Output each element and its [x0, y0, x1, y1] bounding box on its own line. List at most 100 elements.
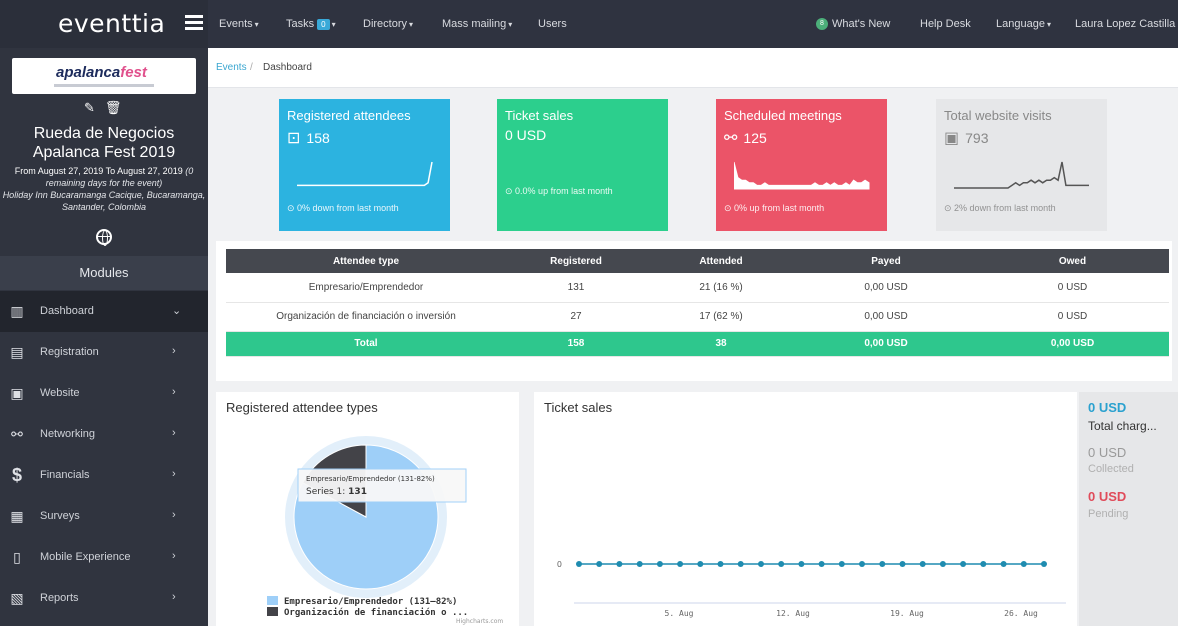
sidebar-item-financials[interactable]: $ Financials › [0, 455, 208, 496]
sidebar-item-label: Reports [40, 592, 79, 604]
hamburger-menu-icon[interactable] [185, 15, 203, 31]
stat-footer: ⊙ 0.0% up from last month [505, 186, 613, 197]
nav-whats-new-label: What's New [832, 18, 891, 30]
data-point[interactable] [899, 561, 906, 567]
data-point[interactable] [1000, 561, 1007, 567]
sidebar: apalancafest ✎ 🗑︎ Rueda de Negocios Apala… [0, 48, 208, 626]
sidebar-item-website[interactable]: ▣ Website › [0, 373, 208, 414]
sidebar-item-reports[interactable]: ▧ Reports › [0, 578, 208, 619]
nav-events[interactable]: Events ▾ [219, 18, 259, 30]
x-tick-label: 26. Aug [1004, 609, 1038, 618]
stat-footer: ⊙ 0% up from last month [724, 203, 824, 214]
sidebar-item-label: Dashboard [40, 305, 94, 317]
sidebar-item-label: Networking [40, 428, 96, 440]
event-dates: From August 27, 2019 To August 27, 2019 [14, 166, 183, 176]
edit-pencil-icon[interactable]: ✎ [84, 100, 95, 115]
data-point[interactable] [778, 561, 785, 567]
data-point[interactable] [717, 561, 724, 567]
data-point[interactable] [818, 561, 825, 567]
nav-directory[interactable]: Directory ▾ [363, 18, 413, 30]
globe-icon[interactable] [96, 229, 112, 246]
stat-card-ticket-sales[interactable]: Ticket sales 0 USD ⊙ 0.0% up from last m… [497, 99, 668, 231]
data-point[interactable] [697, 561, 704, 567]
event-logo-part-a: apalanca [56, 64, 121, 81]
nav-language[interactable]: Language ▾ [996, 18, 1051, 30]
attendees-sparkline [297, 161, 433, 187]
event-logo-tagline [54, 84, 154, 87]
nav-user-menu[interactable]: Laura Lopez Castilla [1075, 18, 1175, 30]
stat-footer-text: 0% down from last month [297, 203, 399, 213]
nav-mass-mailing[interactable]: Mass mailing ▾ [442, 18, 512, 30]
pie-chart: Empresario/Emprendedor (131-82%) Series … [267, 436, 503, 625]
highcharts-credit[interactable]: Highcharts.com [456, 618, 503, 625]
nav-tasks[interactable]: Tasks 0 ▾ [286, 18, 336, 30]
nav-language-label: Language [996, 18, 1045, 30]
chevron-right-icon: › [172, 468, 176, 480]
data-point[interactable] [960, 561, 967, 567]
stat-card-website-visits[interactable]: Total website visits ▣ 793 ⊙ 2% down from… [936, 99, 1107, 231]
collected-value: 0 USD [1088, 445, 1127, 460]
table-cell: 21 (16 %) [646, 273, 796, 303]
sidebar-item-label: Website [40, 387, 80, 399]
nav-users[interactable]: Users [538, 18, 567, 30]
data-point[interactable] [656, 561, 663, 567]
pie-tooltip: Empresario/Emprendedor (131-82%) Series … [297, 468, 467, 503]
stat-value: ⚯ 125 [724, 128, 767, 148]
sidebar-item-surveys[interactable]: ▦ Surveys › [0, 496, 208, 537]
stat-footer-text: 0.0% up from last month [515, 186, 613, 196]
event-location: Holiday Inn Bucaramanga Cacique, Bucaram… [2, 190, 206, 212]
data-point[interactable] [879, 561, 886, 567]
breadcrumb: Events / Dashboard [208, 48, 1178, 88]
sidebar-item-dashboard[interactable]: ▥ Dashboard ⌄ [0, 291, 208, 332]
logo-area: eventtia [0, 0, 208, 48]
table-header-row: Attendee type Registered Attended Payed … [226, 249, 1169, 273]
data-point[interactable] [1020, 561, 1027, 567]
caret-down-icon: ▾ [1046, 20, 1051, 29]
data-point[interactable] [1041, 561, 1047, 567]
data-point[interactable] [616, 561, 623, 567]
nav-help-desk[interactable]: Help Desk [920, 18, 971, 30]
legend-item[interactable]: Empresario/Emprendedor (131–82%) [284, 596, 457, 607]
table-cell: Organización de financiación o inversión [226, 302, 506, 332]
stat-card-scheduled-meetings[interactable]: Scheduled meetings ⚯ 125 ⊙ 0% up from las… [716, 99, 887, 231]
legend-item[interactable]: Organización de financiación o ... [284, 607, 468, 618]
delete-trash-icon[interactable]: 🗑︎ [105, 100, 122, 115]
table-cell: 0,00 USD [976, 331, 1169, 357]
table-row: Empresario/Emprendedor 131 21 (16 %) 0,0… [226, 273, 1169, 303]
data-point[interactable] [677, 561, 684, 567]
nav-whats-new[interactable]: 8 What's New [816, 18, 891, 31]
sidebar-item-label: Surveys [40, 510, 80, 522]
chevron-right-icon: › [172, 345, 176, 357]
stat-card-registered-attendees[interactable]: Registered attendees ⊡ 158 ⊙ 0% down from… [279, 99, 450, 231]
up-down-icon: ⊙ [505, 186, 516, 196]
data-point[interactable] [758, 561, 764, 567]
event-title: Rueda de Negocios Apalanca Fest 2019 [32, 125, 176, 161]
visits-sparkline [954, 161, 1089, 189]
column-header: Attendee type [226, 249, 506, 273]
pending-value: 0 USD [1088, 489, 1127, 504]
data-point[interactable] [980, 561, 987, 567]
sidebar-item-label: Registration [40, 346, 99, 358]
breadcrumb-events-link[interactable]: Events [216, 62, 247, 73]
data-point[interactable] [798, 561, 805, 567]
total-charged-label: Total charg... [1088, 419, 1157, 433]
x-tick-label: 5. Aug [665, 609, 694, 618]
sidebar-item-networking[interactable]: ⚯ Networking › [0, 414, 208, 455]
dashboard-icon: ▥ [10, 303, 24, 319]
data-point[interactable] [596, 561, 603, 567]
tooltip-title: Empresario/Emprendedor (131-82%) [306, 475, 435, 483]
data-point[interactable] [576, 561, 582, 567]
table-row: Organización de financiación o inversión… [226, 302, 1169, 332]
sidebar-item-registration[interactable]: ▤ Registration › [0, 332, 208, 373]
data-point[interactable] [838, 561, 845, 567]
data-point[interactable] [636, 561, 643, 567]
y-tick-label: 0 [557, 560, 562, 569]
data-point[interactable] [859, 561, 865, 567]
reports-icon: ▧ [10, 590, 24, 606]
chevron-right-icon: › [172, 591, 176, 603]
data-point[interactable] [737, 561, 744, 567]
sidebar-item-mobile-experience[interactable]: ▯ Mobile Experience › [0, 537, 208, 578]
data-point[interactable] [939, 561, 946, 567]
data-point[interactable] [919, 561, 926, 567]
eventtia-logo[interactable]: eventtia [58, 9, 165, 38]
